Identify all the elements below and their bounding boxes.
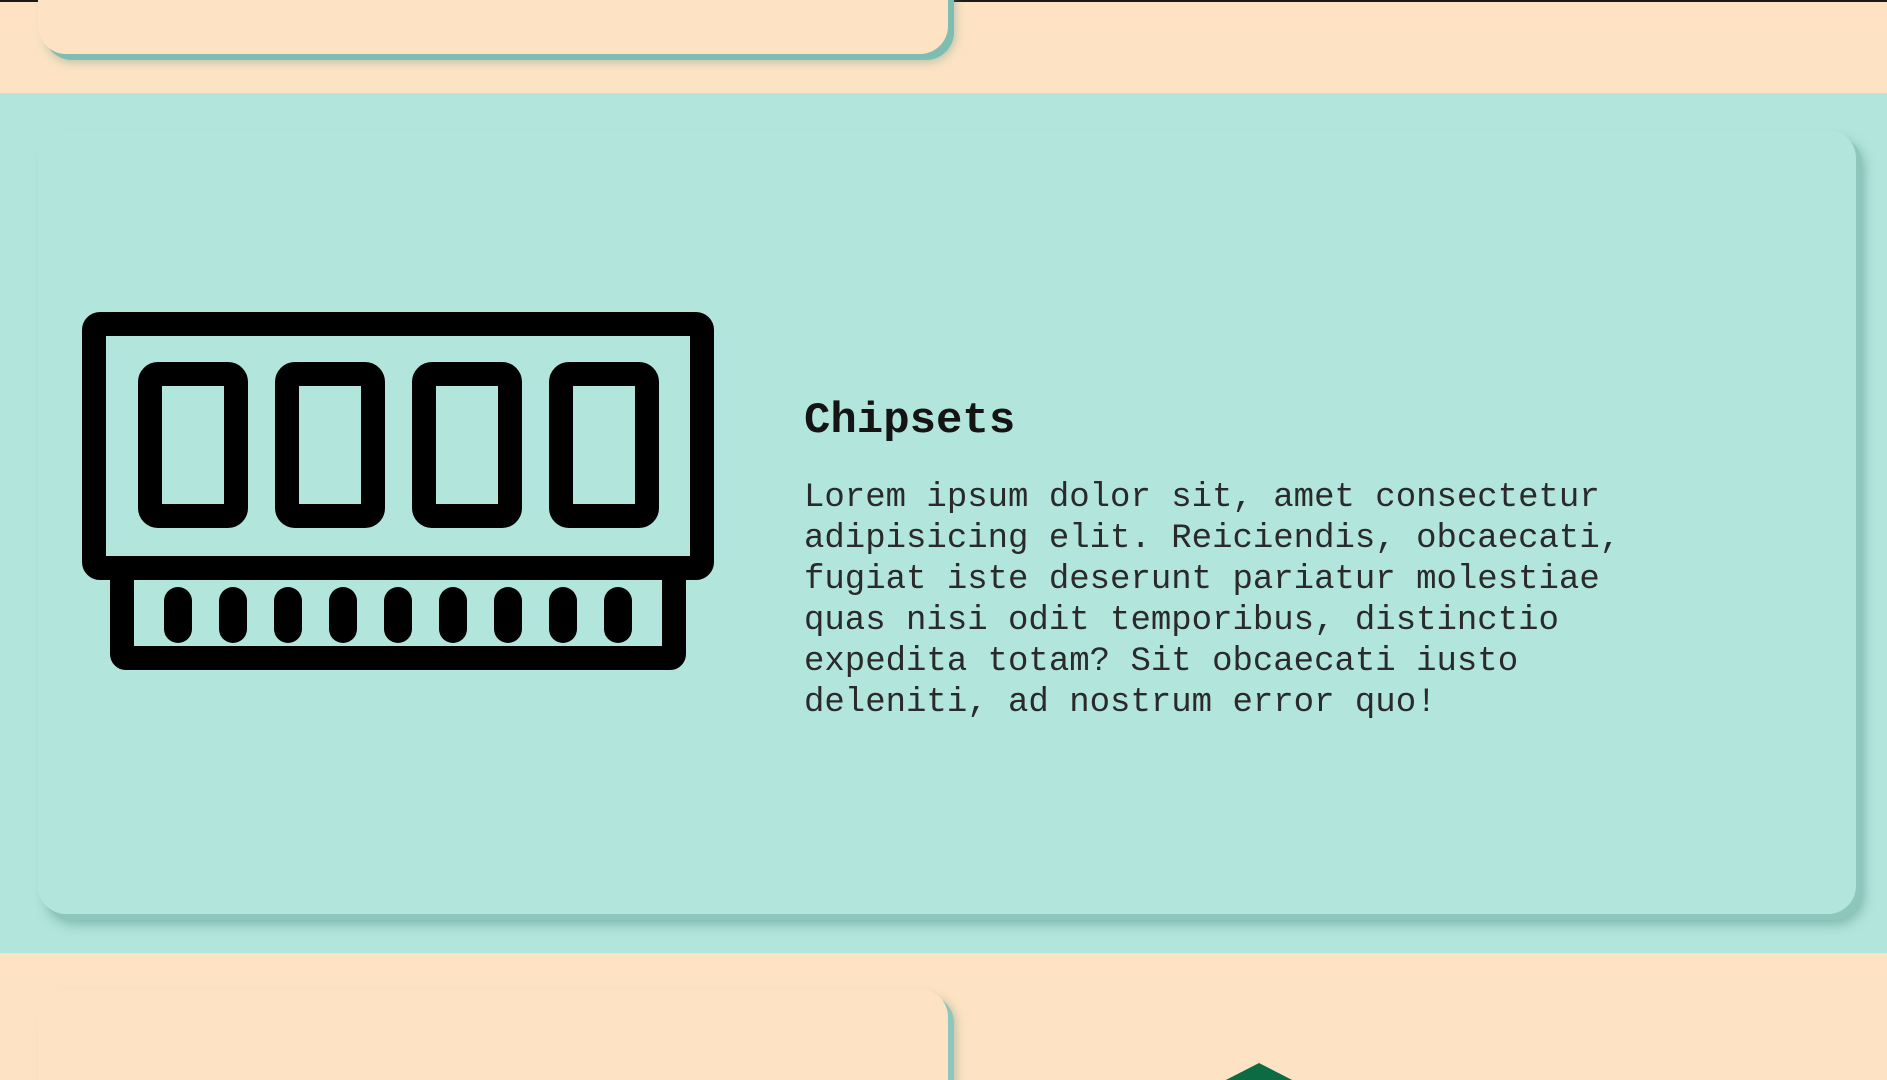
previous-feature-card [38,0,948,54]
feature-card-description: Lorem ipsum dolor sit, amet consectetur … [804,479,1621,722]
memory-chip-icon [82,312,714,670]
next-feature-card [38,989,948,1080]
diamond-shape-icon [1220,1063,1298,1080]
page: Chipsets Lorem ipsum dolor sit, amet con… [0,0,1887,1080]
feature-card-title: Chipsets [804,396,1016,446]
feature-card-content: Chipsets Lorem ipsum dolor sit, amet con… [804,396,1704,724]
